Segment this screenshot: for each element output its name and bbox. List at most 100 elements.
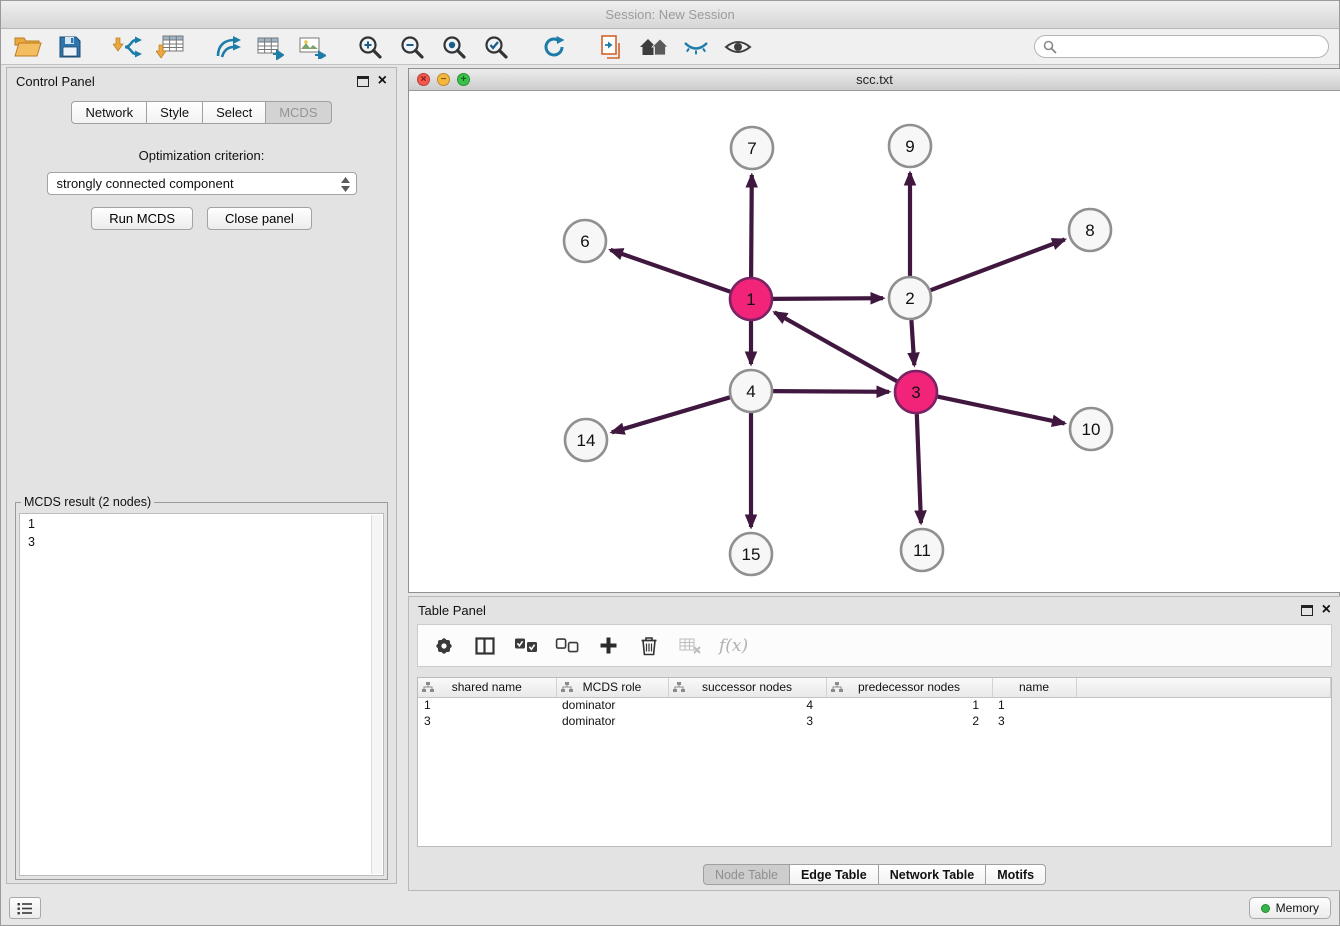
open-file-button[interactable]: [7, 31, 49, 63]
unselect-all-button[interactable]: [555, 633, 579, 659]
column-header-successor-nodes[interactable]: successor nodes: [668, 678, 826, 697]
dropdown-stepper-icon: [340, 176, 351, 196]
zoom-out-button[interactable]: [391, 31, 433, 63]
graph-edge-4-3[interactable]: [773, 391, 889, 392]
import-table-button[interactable]: [149, 31, 191, 63]
column-header-predecessor-nodes[interactable]: predecessor nodes: [826, 678, 992, 697]
mcds-result-box: MCDS result (2 nodes) 13: [15, 495, 388, 880]
mcds-result-title: MCDS result (2 nodes): [21, 495, 154, 509]
tab-network[interactable]: Network: [71, 101, 147, 124]
run-mcds-button[interactable]: Run MCDS: [91, 207, 193, 230]
reset-home-button[interactable]: [633, 31, 675, 63]
apply-style-button[interactable]: [675, 31, 717, 63]
graph-node-15[interactable]: 15: [730, 533, 772, 575]
graph-node-2[interactable]: 2: [889, 277, 931, 319]
delete-table-button[interactable]: [678, 633, 702, 659]
import-network-button[interactable]: [107, 31, 149, 63]
table-cell: 1: [826, 697, 992, 713]
mcds-result-item[interactable]: 1: [21, 515, 371, 533]
mcds-result-item[interactable]: 3: [21, 533, 371, 551]
search-box[interactable]: [1034, 35, 1329, 58]
close-table-panel-button[interactable]: ×: [1322, 604, 1331, 616]
column-header-name[interactable]: name: [992, 678, 1076, 697]
graph-edge-1-7[interactable]: [751, 175, 752, 277]
zoom-fit-button[interactable]: [433, 31, 475, 63]
minimize-window-button[interactable]: −: [437, 73, 450, 86]
graph-edge-2-8[interactable]: [931, 240, 1065, 291]
clone-network-button[interactable]: [591, 31, 633, 63]
zoom-selected-button[interactable]: [475, 31, 517, 63]
table-settings-button[interactable]: [432, 633, 456, 659]
graph-edge-3-1[interactable]: [775, 312, 897, 381]
network-canvas[interactable]: 7 9 6 8 1 2 4 3 14 10 15 11: [409, 91, 1340, 592]
graph-edge-2-3[interactable]: [911, 320, 914, 365]
delete-row-button[interactable]: [637, 633, 661, 659]
scrollbar[interactable]: [371, 515, 382, 874]
graph-edge-3-10[interactable]: [938, 397, 1065, 424]
close-window-button[interactable]: ×: [417, 73, 430, 86]
export-image-button[interactable]: [291, 31, 333, 63]
search-input[interactable]: [1062, 39, 1320, 54]
graph-node-4[interactable]: 4: [730, 370, 772, 412]
memory-button[interactable]: Memory: [1249, 897, 1331, 919]
graph-node-3[interactable]: 3: [895, 371, 937, 413]
float-table-panel-button[interactable]: [1301, 605, 1313, 616]
graph-node-label: 10: [1082, 420, 1101, 439]
tab-edge-table[interactable]: Edge Table: [789, 864, 879, 885]
float-panel-button[interactable]: [357, 76, 369, 87]
select-all-button[interactable]: [514, 633, 538, 659]
graph-node-label: 1: [746, 290, 755, 309]
close-control-panel-button[interactable]: ×: [378, 75, 387, 87]
table-cell: 3: [668, 713, 826, 729]
export-network-button[interactable]: [207, 31, 249, 63]
tab-node-table[interactable]: Node Table: [703, 864, 790, 885]
table-row[interactable]: 3dominator323: [418, 713, 1331, 729]
graph-edge-4-14[interactable]: [612, 397, 730, 432]
zoom-in-button[interactable]: [349, 31, 391, 63]
graph-node-label: 2: [905, 289, 914, 308]
graph-edge-1-2[interactable]: [773, 298, 883, 299]
graph-node-10[interactable]: 10: [1070, 408, 1112, 450]
show-column-button[interactable]: [473, 633, 497, 659]
add-row-button[interactable]: [596, 633, 620, 659]
fx-icon: f(x): [719, 636, 748, 656]
show-panels-button[interactable]: [9, 897, 41, 919]
checked-boxes-icon: [514, 638, 538, 653]
control-panel-title: Control Panel: [16, 74, 95, 89]
clone-network-icon: [599, 34, 625, 60]
tab-network-table[interactable]: Network Table: [878, 864, 987, 885]
window-titlebar[interactable]: Session: New Session: [1, 1, 1339, 29]
export-image-icon: [298, 35, 326, 59]
tab-motifs[interactable]: Motifs: [985, 864, 1046, 885]
export-table-button[interactable]: [249, 31, 291, 63]
close-mcds-panel-button[interactable]: Close panel: [207, 207, 312, 230]
network-window-titlebar[interactable]: × − + scc.txt: [409, 69, 1340, 91]
graph-node-7[interactable]: 7: [731, 127, 773, 169]
graph-node-1[interactable]: 1: [730, 278, 772, 320]
function-builder-button[interactable]: f(x): [719, 633, 748, 659]
tab-style[interactable]: Style: [146, 101, 203, 124]
graph-node-6[interactable]: 6: [564, 220, 606, 262]
tab-select[interactable]: Select: [202, 101, 266, 124]
graph-node-11[interactable]: 11: [901, 529, 943, 571]
graph-edge-1-6[interactable]: [611, 250, 731, 292]
refresh-layout-button[interactable]: [533, 31, 575, 63]
table-panel-title: Table Panel: [418, 603, 486, 618]
show-hide-button[interactable]: [717, 31, 759, 63]
table-row[interactable]: 1dominator411: [418, 697, 1331, 713]
column-header-mcds-role[interactable]: MCDS role: [556, 678, 668, 697]
graph-node-8[interactable]: 8: [1069, 209, 1111, 251]
graph-node-9[interactable]: 9: [889, 125, 931, 167]
criterion-dropdown[interactable]: strongly connected component: [47, 172, 357, 195]
zoom-selected-icon: [483, 34, 509, 60]
zoom-window-button[interactable]: +: [457, 73, 470, 86]
save-session-button[interactable]: [49, 31, 91, 63]
memory-status-dot: [1261, 904, 1270, 913]
mcds-buttons-row: Run MCDS Close panel: [7, 207, 396, 230]
column-header-shared-name[interactable]: shared name: [418, 678, 556, 697]
graph-node-14[interactable]: 14: [565, 419, 607, 461]
table-header-row: shared name MCDS role successor nodes: [418, 678, 1331, 697]
tab-mcds[interactable]: MCDS: [265, 101, 331, 124]
graph-edge-3-11[interactable]: [917, 414, 921, 523]
trash-icon: [640, 635, 658, 656]
